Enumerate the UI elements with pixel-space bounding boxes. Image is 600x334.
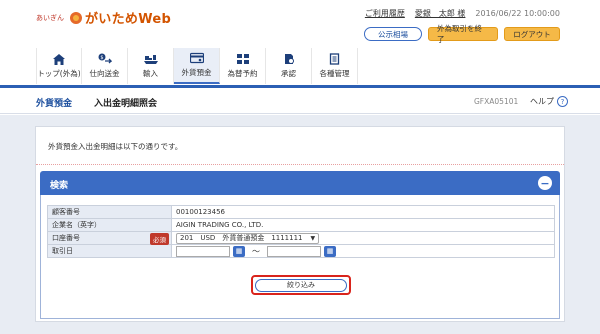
end-fx-button[interactable]: 外為取引を終了 (428, 24, 498, 44)
login-datetime: 2016/06/22 10:00:00 (475, 9, 560, 18)
table-row: 口座番号 必須 201 USD 外貨普通預金 1111111 ▼ (47, 231, 555, 245)
home-icon (52, 53, 66, 65)
chevron-down-icon: ▼ (310, 234, 316, 242)
intro-text: 外貨預金入出金明細は以下の通りです。 (48, 142, 183, 151)
date-from-input[interactable] (176, 245, 230, 257)
logo-bank-name: あいぎん (36, 13, 64, 22)
account-select-value: 201 USD 外貨普通預金 1111111 (180, 234, 303, 242)
trade-date-range: ▦ ～ ▦ (176, 245, 550, 257)
table-row: 顧客番号 00100123456 (47, 205, 555, 219)
calendar-icon[interactable]: ▦ (233, 245, 245, 257)
filter-button[interactable]: 絞り込み (255, 278, 347, 292)
help-link[interactable]: ヘルプ ? (530, 96, 568, 107)
search-form-table: 顧客番号 00100123456 企業名（英字） AIGIN TRADING C… (47, 205, 555, 258)
calendar-icon[interactable]: ▦ (324, 245, 336, 257)
search-panel-title: 検索 (50, 181, 69, 191)
user-name[interactable]: 愛銀 太郎 様 (415, 8, 466, 19)
header: あいぎん がいためWeb ご利用履歴 愛銀 太郎 様 2016/06/22 10… (0, 0, 600, 48)
svg-text:$: $ (100, 55, 103, 61)
collapse-icon[interactable]: − (538, 176, 552, 190)
nav-item-foreign-deposit[interactable]: 外貨預金 (174, 48, 220, 84)
date-to-input[interactable] (267, 245, 321, 257)
nav-item-exchange-reservation[interactable]: 為替予約 (220, 48, 266, 84)
page-category: 外貨預金 (36, 99, 73, 109)
table-row: 取引日 ▦ ～ ▦ (47, 244, 555, 258)
search-panel-body: 顧客番号 00100123456 企業名（英字） AIGIN TRADING C… (40, 195, 560, 319)
main-card: 外貨預金入出金明細は以下の通りです。 検索 − 顧客番号 00100123456… (35, 126, 565, 322)
remittance-icon: $ (98, 53, 112, 65)
nav-item-top[interactable]: トップ(外為) (36, 48, 82, 84)
company-name-value: AIGIN TRADING CO., LTD. (171, 218, 555, 232)
nav-label: 仕向送金 (89, 69, 120, 78)
nav-label: 為替予約 (227, 69, 258, 78)
nav-item-remittance[interactable]: $ 仕向送金 (82, 48, 128, 84)
nav-item-import[interactable]: 輸入 (128, 48, 174, 84)
screen-code: GFXA05101 (474, 97, 519, 106)
nav-label: 各種管理 (319, 69, 350, 78)
logout-button[interactable]: ログアウト (504, 27, 560, 41)
account-number-label-cell: 口座番号 必須 (47, 231, 172, 245)
page-title: 入出金明細照会 (94, 99, 158, 109)
customer-number-label: 顧客番号 (47, 205, 172, 219)
customer-number-value: 00100123456 (171, 205, 555, 219)
table-row: 企業名（英字） AIGIN TRADING CO., LTD. (47, 218, 555, 232)
approval-icon (282, 53, 296, 65)
usage-history-link[interactable]: ご利用履歴 (365, 8, 405, 19)
foreign-deposit-icon (189, 52, 204, 64)
help-label: ヘルプ (530, 97, 554, 106)
date-separator: ～ (252, 246, 260, 256)
trade-date-cell: ▦ ～ ▦ (171, 244, 555, 258)
account-select[interactable]: 201 USD 外貨普通預金 1111111 ▼ (176, 232, 320, 244)
logo-service-name: がいためWeb (85, 12, 172, 27)
bank-logo[interactable]: あいぎん がいためWeb (36, 8, 171, 27)
dotted-divider (36, 164, 564, 165)
nav-item-approval[interactable]: 承認 (266, 48, 312, 84)
import-icon (143, 53, 158, 65)
filter-button-highlight: 絞り込み (251, 275, 351, 295)
management-icon (328, 53, 342, 65)
page-title-bar: 外貨預金 入出金明細照会 GFXA05101 ヘルプ ? (0, 88, 600, 114)
account-number-cell: 201 USD 外貨普通預金 1111111 ▼ (171, 231, 555, 245)
nav-label: トップ(外為) (37, 69, 81, 78)
account-number-label: 口座番号 (52, 234, 80, 242)
header-user-info: ご利用履歴 愛銀 太郎 様 2016/06/22 10:00:00 (365, 8, 560, 19)
help-icon: ? (557, 96, 568, 107)
required-badge: 必須 (150, 233, 169, 245)
global-nav: トップ(外為) $ 仕向送金 輸入 外貨預金 為替予約 承認 各種管理 (36, 48, 358, 84)
exchange-reservation-icon (236, 53, 250, 65)
search-panel-header[interactable]: 検索 − (40, 171, 560, 195)
trade-date-label: 取引日 (47, 244, 172, 258)
nav-label: 承認 (281, 69, 296, 78)
public-rates-button[interactable]: 公示相場 (364, 27, 422, 41)
nav-label: 輸入 (143, 69, 158, 78)
nav-label: 外貨預金 (181, 68, 212, 77)
company-name-label: 企業名（英字） (47, 218, 172, 232)
logo-mark-icon (70, 11, 82, 24)
header-buttons: 公示相場 外為取引を終了 ログアウト (364, 24, 560, 44)
nav-item-management[interactable]: 各種管理 (312, 48, 358, 84)
